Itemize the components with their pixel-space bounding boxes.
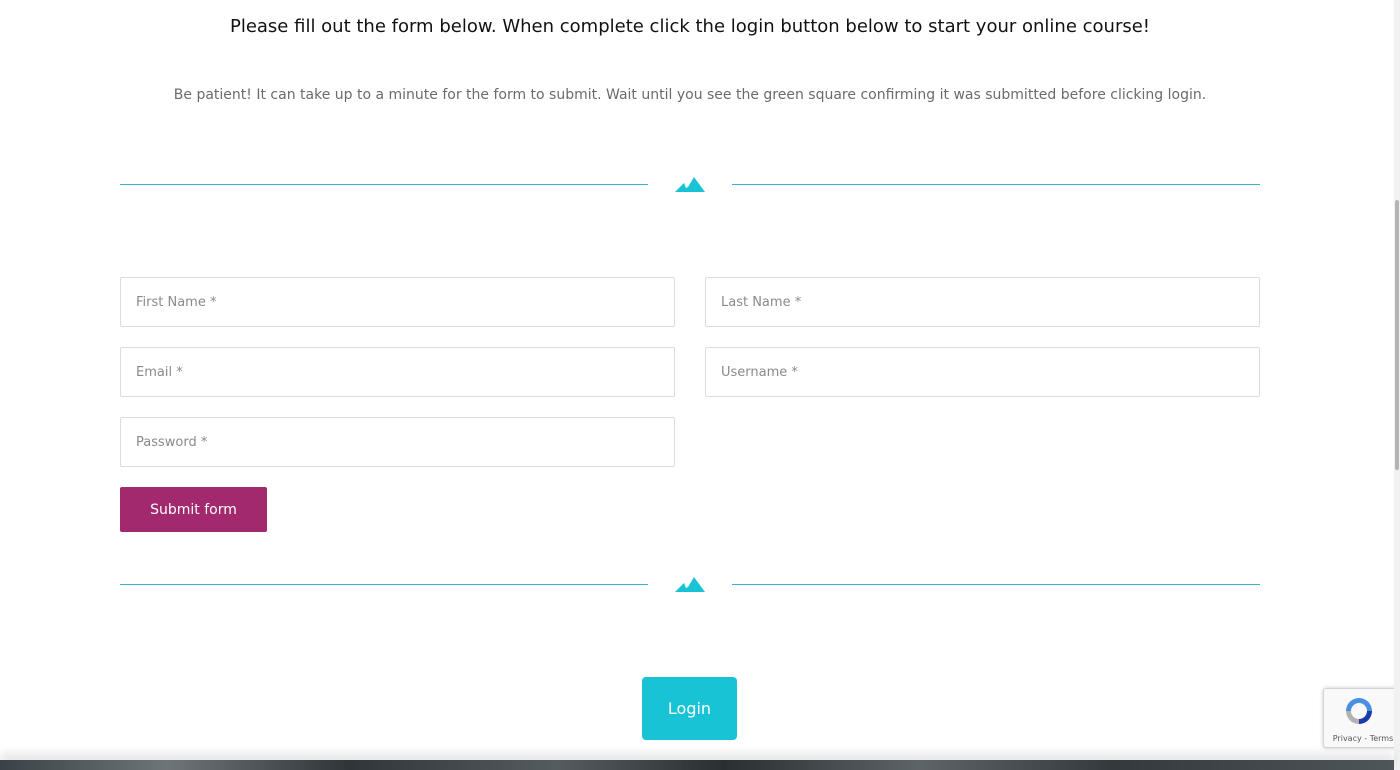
- recaptcha-logo-icon: [1346, 698, 1372, 724]
- password-input[interactable]: [136, 434, 659, 450]
- recaptcha-terms[interactable]: Privacy - Terms: [1328, 734, 1398, 743]
- mountain-icon: [675, 577, 705, 592]
- page-title: Please fill out the form below. When com…: [229, 16, 1151, 37]
- first-name-field[interactable]: [120, 277, 675, 327]
- submit-form-button[interactable]: Submit form: [120, 487, 267, 532]
- username-field[interactable]: [705, 347, 1260, 397]
- email-field[interactable]: [120, 347, 675, 397]
- page-scrollbar[interactable]: [1394, 0, 1400, 770]
- section-divider-bottom: [120, 575, 1260, 595]
- login-button[interactable]: Login: [642, 677, 737, 740]
- last-name-input[interactable]: [721, 294, 1244, 310]
- first-name-input[interactable]: [136, 294, 659, 310]
- email-input[interactable]: [136, 364, 659, 380]
- recaptcha-badge[interactable]: Privacy - Terms: [1323, 688, 1400, 748]
- divider-line-right: [732, 584, 1260, 585]
- divider-line-left: [120, 184, 648, 185]
- divider-line-right: [732, 184, 1260, 185]
- submit-notice: Be patient! It can take up to a minute f…: [173, 87, 1207, 103]
- mountain-icon: [675, 177, 705, 192]
- password-field[interactable]: [120, 417, 675, 467]
- footer-image-strip: [0, 760, 1394, 770]
- scrollbar-thumb[interactable]: [1395, 200, 1399, 470]
- divider-line-left: [120, 584, 648, 585]
- last-name-field[interactable]: [705, 277, 1260, 327]
- username-input[interactable]: [721, 364, 1244, 380]
- section-divider-top: [120, 175, 1260, 195]
